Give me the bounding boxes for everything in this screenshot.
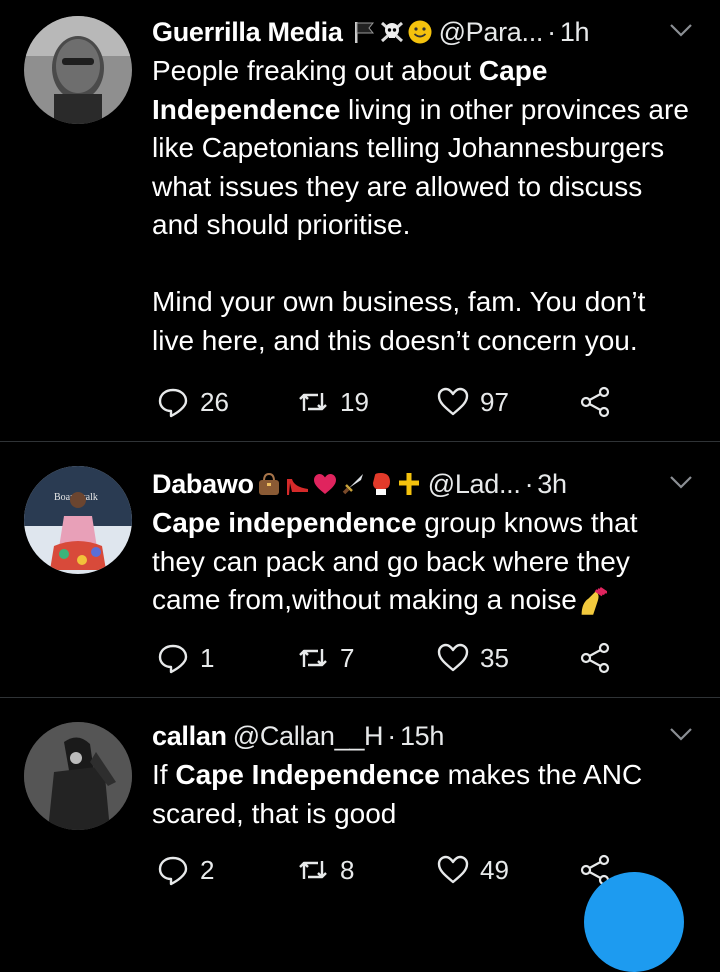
share-icon bbox=[580, 386, 610, 418]
smiley-icon bbox=[408, 20, 432, 44]
heart-icon bbox=[437, 855, 469, 884]
heart-icon bbox=[437, 387, 469, 416]
retweet-button[interactable]: 8 bbox=[296, 850, 354, 890]
handle[interactable]: @Para... bbox=[439, 17, 544, 48]
retweet-icon bbox=[299, 393, 327, 411]
retweet-icon bbox=[299, 649, 327, 667]
retweet-count: 8 bbox=[340, 854, 355, 885]
tweet-header: Dabawo @Lad... · 3h bbox=[152, 464, 567, 504]
tweet-actions: 2 8 49 bbox=[152, 850, 672, 890]
cross-icon bbox=[398, 473, 419, 495]
tweet-header: callan @Callan__H · 15h bbox=[152, 716, 444, 756]
share-button[interactable] bbox=[578, 382, 612, 422]
chevron-down-icon[interactable] bbox=[668, 20, 694, 40]
tweet-text: If Cape Independence makes the ANC scare… bbox=[152, 759, 643, 829]
like-button[interactable]: 35 bbox=[436, 638, 509, 678]
like-button[interactable]: 97 bbox=[436, 382, 509, 422]
heart-icon bbox=[437, 643, 469, 672]
handle[interactable]: @Callan__H bbox=[233, 721, 384, 752]
retweet-button[interactable]: 19 bbox=[296, 382, 369, 422]
avatar[interactable]: Boardwalk bbox=[24, 466, 132, 574]
reply-count: 2 bbox=[200, 854, 215, 885]
tweet-header: Guerrilla Media @Para... · 1h bbox=[152, 12, 590, 52]
tweet-actions: 1 7 35 bbox=[152, 638, 672, 678]
like-button[interactable]: 49 bbox=[436, 850, 509, 890]
display-name[interactable]: callan bbox=[152, 721, 227, 752]
reply-button[interactable]: 2 bbox=[156, 850, 214, 890]
divider bbox=[0, 441, 720, 442]
tweet-2[interactable]: Boardwalk Dabawo @Lad... · 3h Cape indep… bbox=[0, 464, 720, 689]
skull-crossbones-icon bbox=[380, 21, 403, 43]
tweet-3[interactable]: callan @Callan__H · 15h If Cape Independ… bbox=[0, 716, 720, 895]
tweet-1[interactable]: Guerrilla Media @Para... · 1h People fre… bbox=[0, 12, 720, 432]
retweet-button[interactable]: 7 bbox=[296, 638, 354, 678]
timestamp[interactable]: 15h bbox=[400, 721, 444, 752]
tweet-text-paragraph-2: Mind your own business, fam. You don’t l… bbox=[152, 286, 646, 356]
tweet-actions: 26 19 97 bbox=[152, 382, 672, 422]
boxing-glove-icon bbox=[372, 473, 390, 495]
high-heel-icon bbox=[286, 479, 308, 495]
handbag-icon bbox=[258, 472, 279, 495]
dagger-icon bbox=[342, 474, 363, 495]
like-count: 35 bbox=[480, 642, 509, 673]
share-icon bbox=[580, 642, 610, 674]
retweet-count: 19 bbox=[340, 386, 369, 417]
avatar[interactable] bbox=[24, 16, 132, 124]
timestamp[interactable]: 1h bbox=[560, 17, 590, 48]
share-button[interactable] bbox=[578, 638, 612, 678]
reply-icon bbox=[158, 644, 188, 674]
flag-icon bbox=[354, 22, 374, 43]
divider bbox=[0, 697, 720, 698]
reply-button[interactable]: 26 bbox=[156, 382, 229, 422]
heart-icon bbox=[313, 474, 336, 494]
tweet-text: Cape independence group knows that they … bbox=[152, 507, 638, 615]
display-name[interactable]: Dabawo bbox=[152, 469, 254, 500]
compose-tweet-button[interactable] bbox=[584, 872, 684, 972]
retweet-icon bbox=[299, 861, 327, 879]
reply-button[interactable]: 1 bbox=[156, 638, 214, 678]
like-count: 97 bbox=[480, 386, 509, 417]
chevron-down-icon[interactable] bbox=[668, 724, 694, 744]
handle[interactable]: @Lad... bbox=[428, 469, 521, 500]
separator-dot: · bbox=[524, 468, 534, 499]
separator-dot: · bbox=[547, 16, 556, 47]
reply-icon bbox=[158, 388, 188, 418]
nail-polish-icon bbox=[581, 586, 607, 615]
tweet-text: People freaking out about Cape Independe… bbox=[152, 55, 689, 356]
reply-icon bbox=[158, 856, 188, 886]
display-name[interactable]: Guerrilla Media bbox=[152, 17, 343, 48]
separator-dot: · bbox=[387, 720, 396, 751]
retweet-count: 7 bbox=[340, 642, 355, 673]
like-count: 49 bbox=[480, 854, 509, 885]
reply-count: 26 bbox=[200, 386, 229, 417]
chevron-down-icon[interactable] bbox=[668, 472, 694, 492]
reply-count: 1 bbox=[200, 642, 215, 673]
avatar[interactable] bbox=[24, 722, 132, 830]
timestamp[interactable]: 3h bbox=[537, 469, 567, 500]
